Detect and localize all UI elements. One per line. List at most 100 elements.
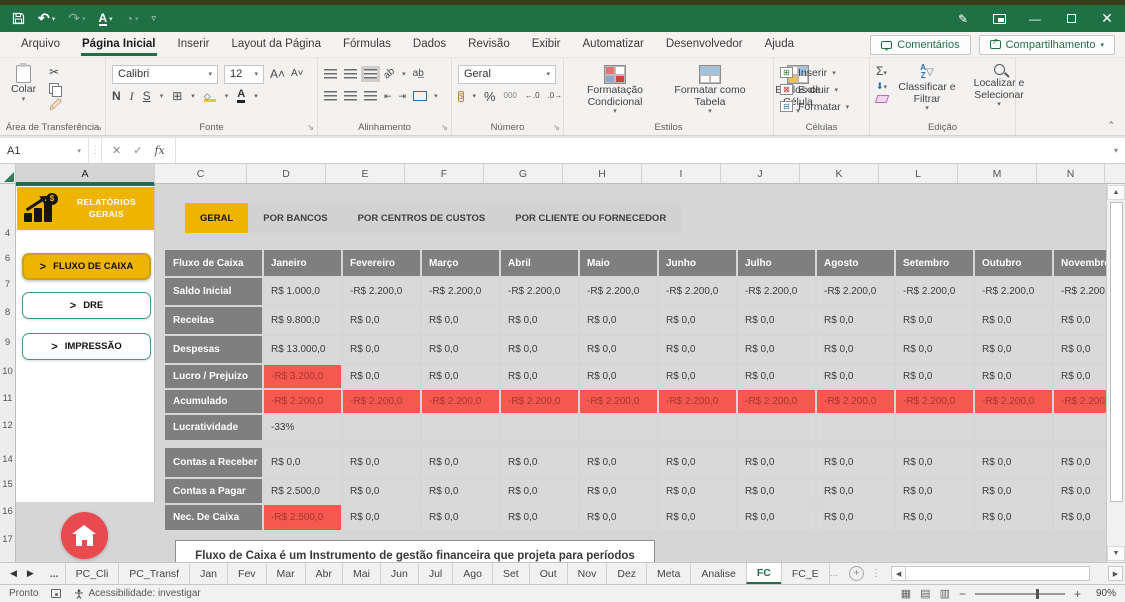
table-cell[interactable]: -33% bbox=[264, 415, 341, 440]
tab-fórmulas[interactable]: Fórmulas bbox=[332, 33, 402, 56]
table-cell[interactable]: R$ 0,0 bbox=[580, 365, 657, 388]
row-header-7[interactable]: 7 bbox=[0, 279, 15, 290]
clipboard-dialog-launcher[interactable]: ⇘ bbox=[95, 123, 102, 132]
table-cell[interactable]: R$ 0,0 bbox=[896, 307, 973, 334]
sheet-tab-nov[interactable]: Nov bbox=[567, 563, 607, 584]
sheet-tab-fc[interactable]: FC bbox=[746, 563, 781, 584]
undo-button[interactable]: ↶▾ bbox=[38, 10, 55, 27]
month-header[interactable]: Março bbox=[422, 250, 499, 276]
tab-inserir[interactable]: Inserir bbox=[167, 33, 221, 56]
row-header-14[interactable]: 14 bbox=[0, 454, 15, 465]
row-label[interactable]: Lucratividade bbox=[165, 415, 262, 440]
customize-qat-icon[interactable]: ▿ bbox=[151, 13, 156, 24]
autosum-icon[interactable]: Σ▾ bbox=[876, 64, 888, 78]
table-cell[interactable]: R$ 0,0 bbox=[738, 448, 815, 477]
horizontal-scrollbar[interactable]: ◀ bbox=[891, 566, 1090, 581]
table-cell[interactable]: R$ 0,0 bbox=[422, 448, 499, 477]
table-cell[interactable] bbox=[738, 415, 815, 440]
row-label[interactable]: Contas a Pagar bbox=[165, 479, 262, 503]
new-sheet-button[interactable]: + bbox=[849, 566, 864, 581]
row-header-4[interactable]: 4 bbox=[0, 228, 15, 239]
row-header-10[interactable]: 10 bbox=[0, 366, 15, 377]
conditional-formatting-button[interactable]: Formatação Condicional▾ bbox=[570, 65, 660, 116]
zoom-slider[interactable] bbox=[975, 593, 1065, 595]
view-tab-por-centros-de-custos[interactable]: POR CENTROS DE CUSTOS bbox=[343, 203, 501, 233]
table-cell[interactable]: R$ 0,0 bbox=[343, 336, 420, 363]
sheet-tab-dez[interactable]: Dez bbox=[606, 563, 646, 584]
table-cell[interactable]: R$ 0,0 bbox=[659, 307, 736, 334]
expand-formula-bar-icon[interactable]: ▾ bbox=[1107, 138, 1125, 163]
table-cell[interactable]: R$ 0,0 bbox=[975, 365, 1052, 388]
sheet-tab-meta[interactable]: Meta bbox=[646, 563, 690, 584]
table-cell[interactable]: -R$ 2.200,0 bbox=[817, 278, 894, 305]
table-cell[interactable]: R$ 0,0 bbox=[738, 505, 815, 530]
column-header-H[interactable]: H bbox=[563, 164, 642, 183]
table-cell[interactable] bbox=[659, 415, 736, 440]
table-cell[interactable]: R$ 0,0 bbox=[501, 307, 578, 334]
month-header[interactable]: Setembro bbox=[896, 250, 973, 276]
month-header[interactable]: Junho bbox=[659, 250, 736, 276]
horizontal-scroll-track[interactable] bbox=[906, 566, 1090, 581]
row-label[interactable]: Saldo Inicial bbox=[165, 278, 262, 305]
table-cell[interactable]: R$ 0,0 bbox=[975, 448, 1052, 477]
table-cell[interactable]: R$ 0,0 bbox=[896, 448, 973, 477]
decrease-indent-icon[interactable]: ⇤ bbox=[384, 92, 392, 101]
table-cell[interactable]: R$ 9.800,0 bbox=[264, 307, 341, 334]
find-select-button[interactable]: Localizar e Selecionar▾ bbox=[962, 64, 1036, 120]
sheet-tab-set[interactable]: Set bbox=[492, 563, 529, 584]
ink-palette-icon[interactable]: ◔▾ bbox=[126, 12, 139, 26]
month-header[interactable]: Abril bbox=[501, 250, 578, 276]
decrease-font-icon[interactable]: A˅ bbox=[291, 69, 304, 79]
merge-center-icon[interactable] bbox=[413, 91, 427, 101]
comments-button[interactable]: Comentários bbox=[870, 35, 970, 55]
wrap-text-icon[interactable]: ab̲ bbox=[413, 69, 424, 79]
row-header-15[interactable]: 15 bbox=[0, 479, 15, 490]
sheet-tab-analise[interactable]: Analise bbox=[690, 563, 745, 584]
table-cell[interactable]: R$ 0,0 bbox=[580, 479, 657, 503]
table-cell[interactable]: R$ 0,0 bbox=[501, 479, 578, 503]
month-header[interactable]: Maio bbox=[580, 250, 657, 276]
month-header[interactable]: Janeiro bbox=[264, 250, 341, 276]
tab-ajuda[interactable]: Ajuda bbox=[754, 33, 805, 56]
table-cell[interactable]: -R$ 2.200,0 bbox=[738, 278, 815, 305]
sidebar-button-impressão[interactable]: >IMPRESSÃO bbox=[22, 333, 151, 360]
table-cell[interactable]: R$ 0,0 bbox=[580, 307, 657, 334]
table-cell[interactable]: -R$ 2.200,0 bbox=[264, 390, 341, 413]
tab-dados[interactable]: Dados bbox=[402, 33, 457, 56]
table-cell[interactable]: R$ 0,0 bbox=[896, 479, 973, 503]
sheet-tab-pc_transf[interactable]: PC_Transf bbox=[118, 563, 189, 584]
table-cell[interactable]: -R$ 2.200,0 bbox=[343, 278, 420, 305]
pen-icon[interactable]: ✎ bbox=[945, 5, 981, 32]
table-cell[interactable] bbox=[580, 415, 657, 440]
table-cell[interactable]: R$ 0,0 bbox=[975, 479, 1052, 503]
row-label[interactable]: Nec. De Caixa bbox=[165, 505, 262, 530]
formula-input[interactable] bbox=[176, 138, 1107, 163]
table-cell[interactable]: R$ 0,0 bbox=[817, 336, 894, 363]
column-header-A[interactable]: A bbox=[16, 164, 155, 183]
row-label[interactable]: Receitas bbox=[165, 307, 262, 334]
increase-decimal-icon[interactable]: ←.0 bbox=[525, 92, 540, 100]
table-cell[interactable]: R$ 0,0 bbox=[659, 365, 736, 388]
vertical-scroll-thumb[interactable] bbox=[1110, 202, 1123, 502]
sheet-tab-pc_cli[interactable]: PC_Cli bbox=[65, 563, 119, 584]
table-cell[interactable]: -R$ 2.200,0 bbox=[975, 390, 1052, 413]
table-cell[interactable]: R$ 0,0 bbox=[343, 307, 420, 334]
row-label[interactable]: Despesas bbox=[165, 336, 262, 363]
restore-button[interactable] bbox=[1053, 5, 1089, 32]
table-cell[interactable]: R$ 2.500,0 bbox=[264, 479, 341, 503]
row-header-16[interactable]: 16 bbox=[0, 506, 15, 517]
table-cell[interactable]: -R$ 2.200,0 bbox=[580, 278, 657, 305]
column-header-J[interactable]: J bbox=[721, 164, 800, 183]
table-cell[interactable]: R$ 0,0 bbox=[659, 336, 736, 363]
sidebar-button-dre[interactable]: >DRE bbox=[22, 292, 151, 319]
comma-style-icon[interactable]: 000 bbox=[504, 92, 517, 100]
table-cell[interactable]: R$ 0,0 bbox=[343, 479, 420, 503]
name-box[interactable]: A1▾ bbox=[0, 138, 88, 163]
column-header-M[interactable]: M bbox=[958, 164, 1037, 183]
underline-button[interactable]: S bbox=[143, 90, 151, 102]
page-break-icon[interactable]: ▥ bbox=[940, 587, 950, 600]
save-icon[interactable] bbox=[12, 12, 25, 25]
column-header-L[interactable]: L bbox=[879, 164, 958, 183]
table-cell[interactable]: R$ 0,0 bbox=[422, 365, 499, 388]
view-tab-por-cliente-ou-fornecedor[interactable]: POR CLIENTE OU FORNECEDOR bbox=[500, 203, 681, 233]
